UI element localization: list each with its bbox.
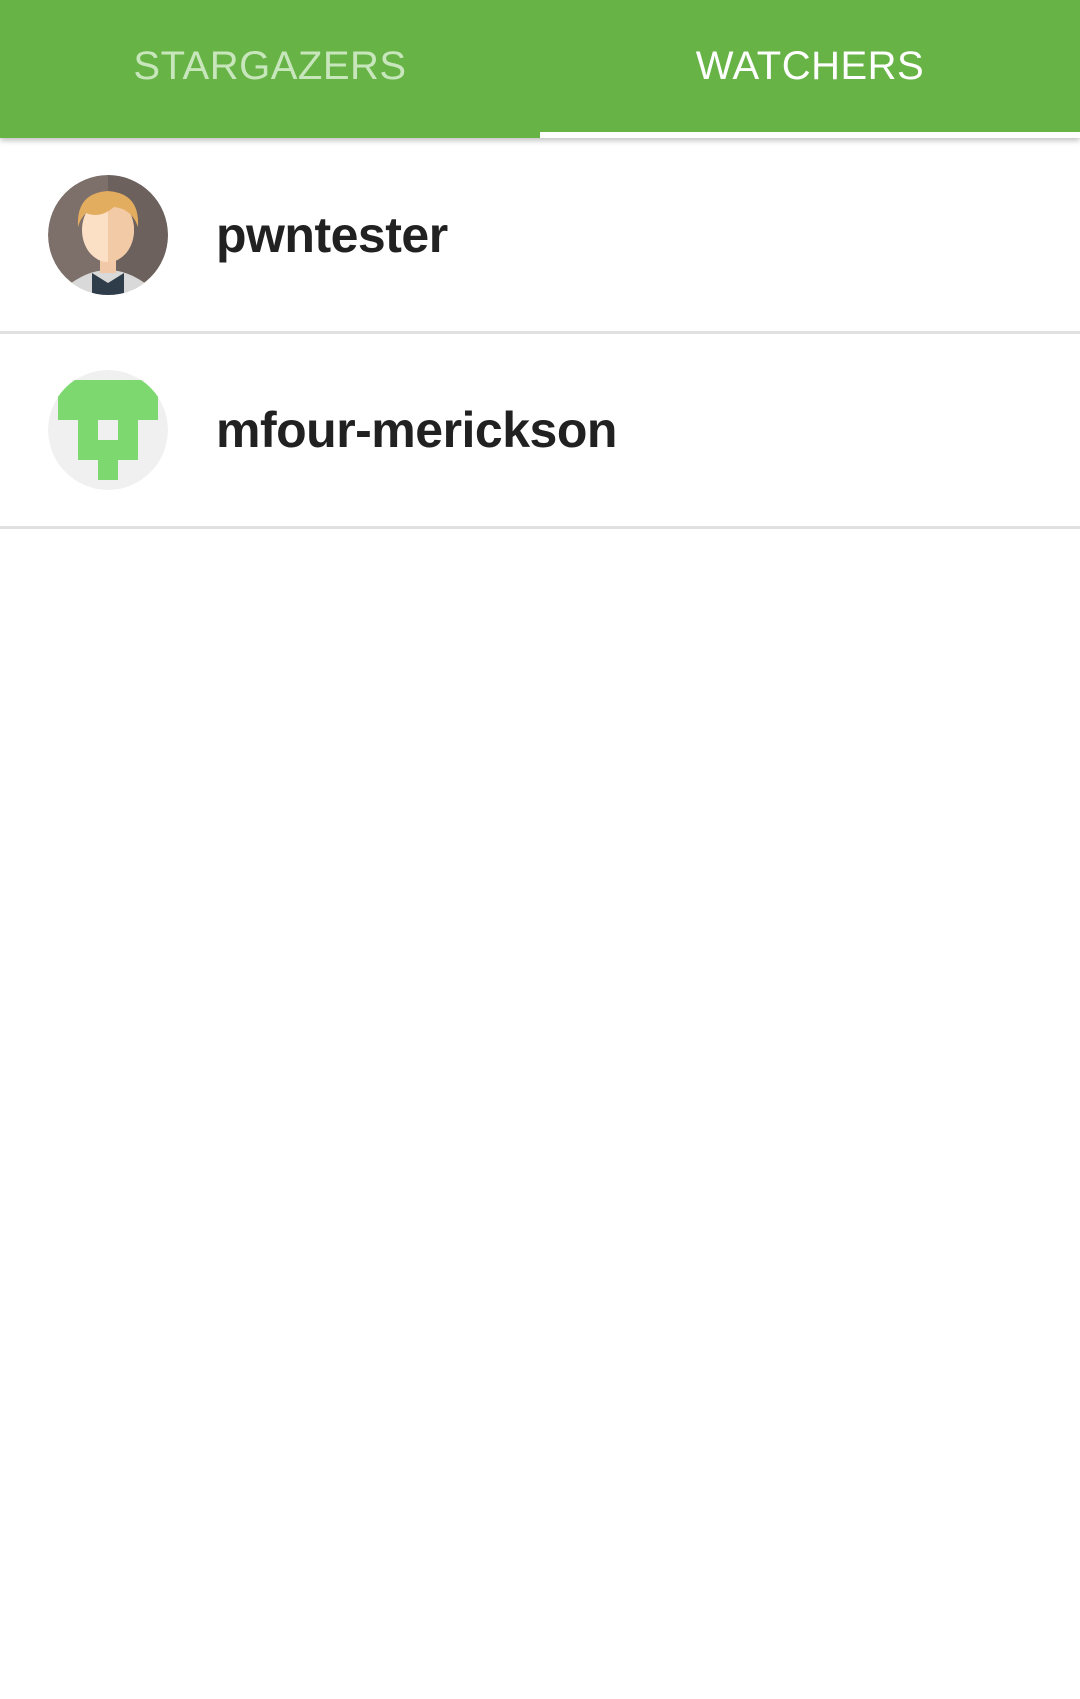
watchers-list: pwntester mfour-merickson [0,138,1080,529]
tab-bar: STARGAZERS WATCHERS [0,0,1080,138]
tab-stargazers[interactable]: STARGAZERS [0,0,540,138]
list-item[interactable]: pwntester [0,138,1080,334]
identicon-avatar-icon [48,370,168,490]
watcher-username: mfour-merickson [216,402,617,458]
tab-stargazers-label: STARGAZERS [133,43,407,88]
watcher-username: pwntester [216,206,448,263]
active-tab-indicator [540,132,1080,138]
tab-watchers[interactable]: WATCHERS [540,0,1080,138]
list-item[interactable]: mfour-merickson [0,334,1080,529]
person-avatar-icon [48,174,168,295]
tab-watchers-label: WATCHERS [695,43,925,88]
